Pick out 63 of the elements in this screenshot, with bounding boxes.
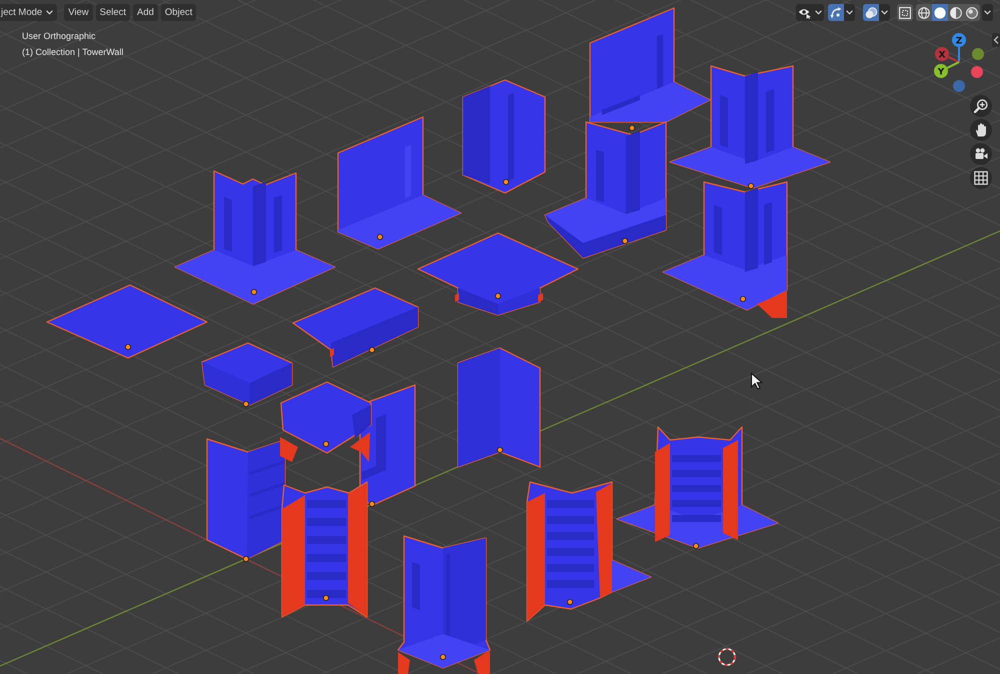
origin-dot-icon: [243, 401, 249, 407]
cursor-target-icon: [718, 648, 736, 666]
gizmo-toggle[interactable]: [828, 4, 844, 21]
axis-dot-icon[interactable]: [953, 80, 965, 92]
grid-icon: [974, 171, 988, 185]
axis-dot-icon[interactable]: [972, 48, 984, 60]
shading-mode-button[interactable]: [948, 4, 964, 21]
overlay-toggle[interactable]: [863, 4, 879, 21]
mode-dropdown[interactable]: ject Mode: [0, 4, 58, 21]
menu-item[interactable]: Add: [133, 4, 158, 21]
origin-dot-icon: [440, 654, 446, 660]
caret-icon: [881, 10, 888, 15]
collection-label: (1) Collection | TowerWall: [22, 46, 124, 59]
origin-dot-icon: [495, 293, 501, 299]
origin-dot-icon: [497, 447, 503, 453]
origin-dot-icon: [567, 599, 573, 605]
shading-mode-button[interactable]: [964, 4, 980, 21]
shading-mode-button[interactable]: [932, 4, 948, 21]
menu-item[interactable]: Select: [96, 4, 130, 21]
mouse-pointer-icon: [751, 372, 764, 390]
dropdown-button[interactable]: [879, 4, 890, 21]
caret-icon: [815, 10, 822, 15]
origin-dot-icon: [125, 344, 131, 350]
solid-sphere-icon: [934, 6, 946, 18]
eye-icon: [798, 6, 812, 18]
layered-squares-icon: [899, 6, 911, 18]
origin-dot-icon: [693, 543, 699, 549]
origin-dot-icon: [369, 347, 375, 353]
shaded-sphere-icon: [950, 6, 962, 18]
shading-mode-button[interactable]: [916, 4, 932, 21]
origin-dot-icon: [740, 296, 746, 302]
origin-dot-icon: [503, 179, 509, 185]
axis-handle[interactable]: Y: [934, 64, 948, 78]
axis-handle[interactable]: Z: [952, 33, 966, 47]
origin-dot-icon: [323, 595, 329, 601]
overlapping-circles-icon: [864, 6, 878, 18]
menu-item[interactable]: Object: [160, 4, 196, 21]
hand-icon: [974, 123, 988, 137]
zoom-in-icon: [974, 99, 988, 113]
origin-dot-icon: [251, 289, 257, 295]
dropdown-button[interactable]: [844, 4, 855, 21]
xray-toggle[interactable]: [897, 4, 913, 21]
wire-globe-icon: [918, 6, 930, 18]
origin-dot-icon: [377, 234, 383, 240]
origin-dot-icon: [369, 501, 375, 507]
axis-dot-icon[interactable]: [971, 66, 983, 78]
sidebar-toggle-icon[interactable]: [992, 33, 1000, 47]
origin-dot-icon: [323, 441, 329, 447]
caret-icon: [846, 10, 853, 15]
origin-dot-icon: [629, 125, 635, 131]
curved-arrow-icon: [830, 6, 842, 18]
outlined-sphere-icon: [966, 6, 978, 18]
view-name-label: User Orthographic: [22, 30, 96, 43]
caret-icon: [46, 10, 54, 15]
origin-dot-icon: [622, 238, 628, 244]
camera-icon: [974, 147, 988, 161]
origin-dot-icon: [748, 183, 754, 189]
menu-item[interactable]: View: [64, 4, 93, 21]
caret-icon: [984, 10, 991, 15]
origin-dot-icon: [243, 556, 249, 562]
dropdown-button[interactable]: [982, 4, 993, 21]
dropdown-button[interactable]: [813, 4, 824, 21]
visibility-button[interactable]: [796, 4, 813, 21]
